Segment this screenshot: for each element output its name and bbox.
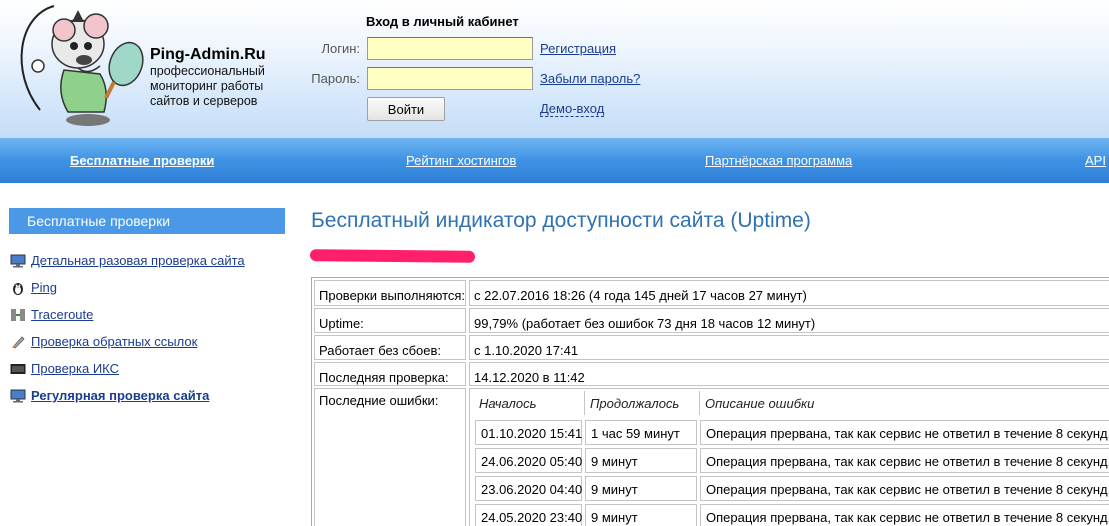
table-cell: 01.10.2020 15:41 [475,420,582,445]
table-cell: 9 минут [585,476,697,501]
sidebar-heading: Бесплатные проверки [9,208,285,234]
nav-hosting-rating[interactable]: Рейтинг хостингов [406,153,516,168]
table-cell: Операция прервана, так как сервис не отв… [700,448,1109,473]
table-cell-value: с 1.10.2020 17:41 [469,335,1109,360]
table-cell: 1 час 59 минут [585,420,697,445]
network-icon [11,309,25,321]
main-nav: Бесплатные проверки Рейтинг хостингов Па… [0,138,1109,183]
table-cell: 24.05.2020 23:40 [475,504,582,526]
column-divider [699,391,700,415]
sidebar-item-label[interactable]: Traceroute [31,307,93,322]
login-label: Логин: [321,41,360,56]
password-label: Пароль: [311,71,360,86]
table-cell-label: Работает без сбоев: [314,335,466,360]
site-header: Ping-Admin.Ru профессиональный мониторин… [0,0,1109,138]
sidebar-item-label[interactable]: Проверка ИКС [31,361,119,376]
sidebar-item-label[interactable]: Детальная разовая проверка сайта [31,253,245,268]
table-cell: 9 минут [585,504,697,526]
table-cell: Операция прервана, так как сервис не отв… [700,476,1109,501]
login-title: Вход в личный кабинет [366,14,519,29]
monitor-icon [10,254,26,268]
page-title: Бесплатный индикатор доступности сайта (… [311,209,811,232]
table-cell-label: Последняя проверка: [314,362,466,386]
login-input[interactable] [367,37,533,60]
brand-block: Ping-Admin.Ru профессиональный мониторин… [150,46,280,109]
table-cell: Операция прервана, так как сервис не отв… [700,504,1109,526]
brand-name[interactable]: Ping-Admin.Ru [150,46,280,64]
table-cell: 23.06.2020 04:40 [475,476,582,501]
demo-login-link[interactable]: Демо-вход [540,102,605,117]
table-cell-label: Проверки выполняются: [314,280,466,306]
table-cell: 9 минут [585,448,697,473]
sidebar-item-label[interactable]: Проверка обратных ссылок [31,334,197,349]
table-cell-value: с 22.07.2016 18:26 (4 года 145 дней 17 ч… [469,280,1109,306]
brand-tagline: профессиональный мониторинг работы сайто… [150,64,265,108]
redacted-site-url [309,249,476,263]
table-cell: Операция прервана, так как сервис не отв… [700,420,1109,445]
nav-partner-program[interactable]: Партнёрская программа [705,153,852,168]
sidebar-item-label[interactable]: Регулярная проверка сайта [31,388,209,403]
iks-badge-icon [10,364,26,374]
table-cell-value: 14.12.2020 в 11:42 [469,362,1109,386]
column-header-description: Описание ошибки [705,396,815,411]
table-cell-label: Последние ошибки: [314,388,466,526]
table-cell-label: Uptime: [314,308,466,333]
register-link[interactable]: Регистрация [540,41,616,56]
table-cell: 24.06.2020 05:40 [475,448,582,473]
login-button[interactable]: Войти [367,97,445,121]
errors-cell: Началось Продолжалось Описание ошибки 01… [469,388,1109,526]
sidebar-item-label[interactable]: Ping [31,280,57,295]
password-input[interactable] [367,67,533,90]
column-header-start: Началось [479,396,537,411]
rocket-icon [12,336,25,349]
penguin-icon [13,283,23,295]
forgot-password-link[interactable]: Забыли пароль? [540,71,640,86]
uptime-info-table: Проверки выполняются: с 22.07.2016 18:26… [311,277,1109,526]
column-divider [584,391,585,415]
mouse-mascot-logo[interactable] [8,2,148,132]
nav-api[interactable]: API [1085,153,1106,168]
column-header-duration: Продолжалось [590,396,680,411]
nav-free-checks[interactable]: Бесплатные проверки [70,153,214,168]
table-cell-value: 99,79% (работает без ошибок 73 дня 18 ча… [469,308,1109,333]
monitor-icon [10,389,26,403]
